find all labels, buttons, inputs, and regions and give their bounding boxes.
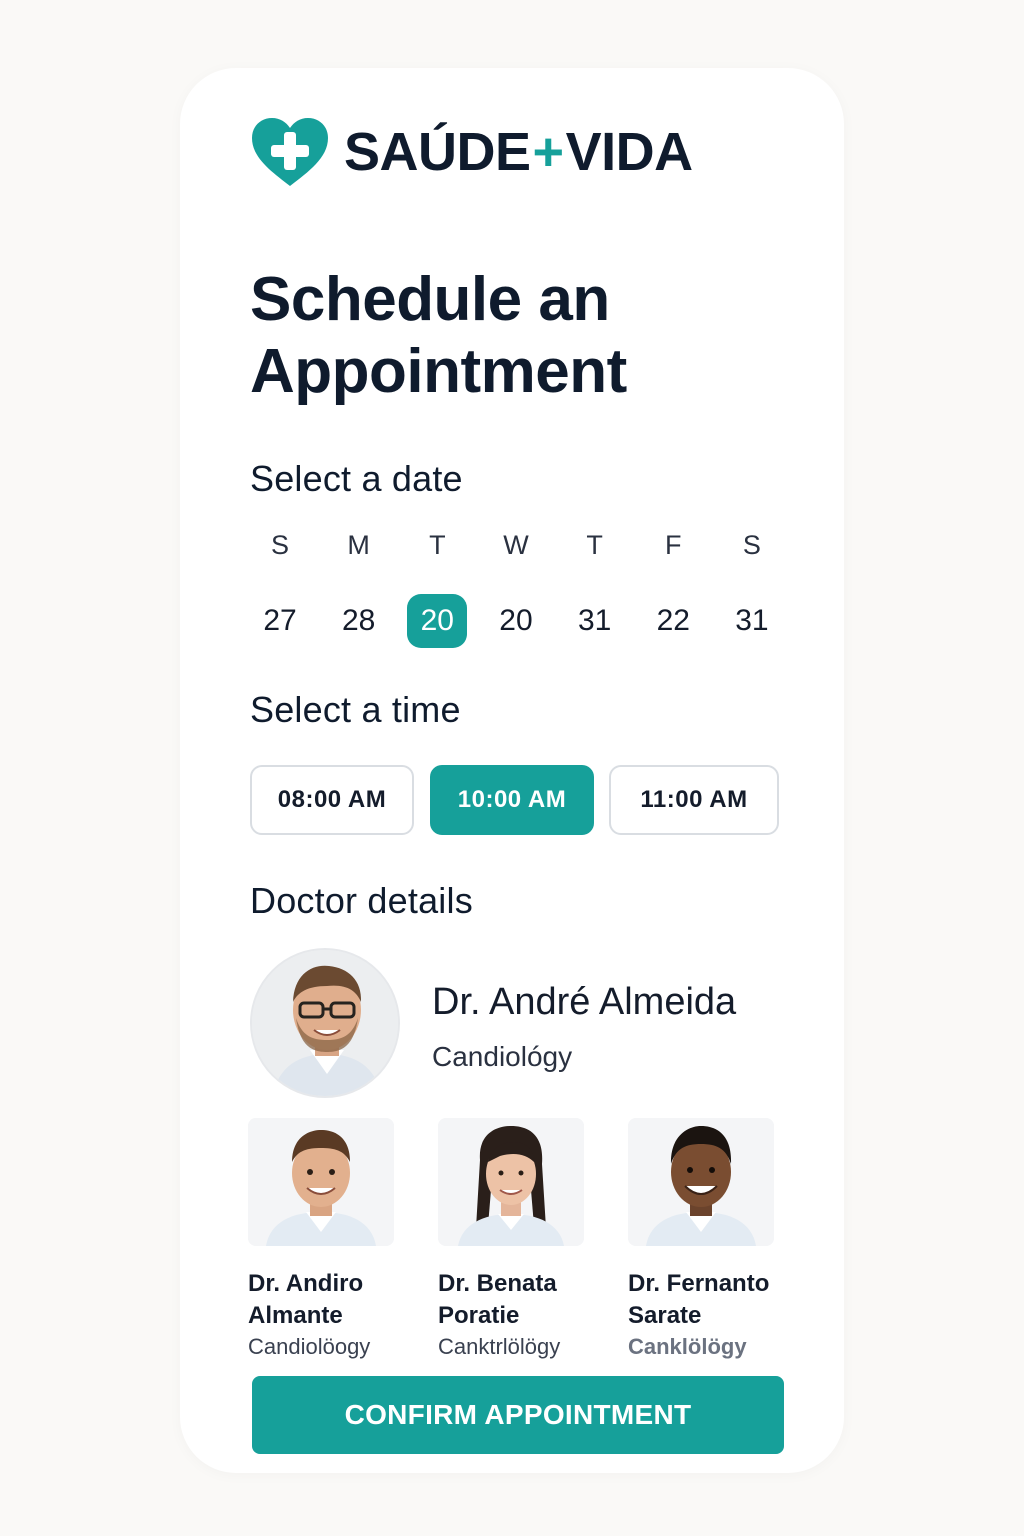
selected-doctor-name: Dr. André Almeida bbox=[432, 981, 737, 1023]
appointment-card: SAÚDE + VIDA Schedule an Appointment Selec… bbox=[180, 68, 844, 1473]
calendar-weekdays: S M T W T F S bbox=[250, 530, 782, 561]
selected-doctor-specialty: Candiológy bbox=[432, 1041, 573, 1072]
weekday-label: M bbox=[347, 530, 370, 560]
doctor-card[interactable]: Dr. Fernanto Sarate Canklölögy bbox=[628, 1118, 778, 1362]
weekday-label: T bbox=[586, 530, 603, 560]
confirm-appointment-button[interactable]: CONFIRM APPOINTMENT bbox=[252, 1376, 784, 1454]
weekday-label: S bbox=[742, 530, 761, 560]
calendar-day-selected[interactable]: 20 bbox=[407, 594, 468, 648]
time-slot-button-selected[interactable]: 10:00 AM bbox=[430, 765, 594, 835]
calendar-day[interactable]: 22 bbox=[643, 594, 703, 648]
time-slots: 08:00 AM 10:00 AM 11:00 AM bbox=[250, 765, 780, 835]
date-section-title: Select a date bbox=[250, 458, 463, 499]
doctor-name-line1: Dr. Fernanto bbox=[628, 1270, 770, 1297]
doctor-name-line2: Almante bbox=[248, 1302, 343, 1329]
time-slot-button[interactable]: 11:00 AM bbox=[609, 765, 779, 835]
doctor-card[interactable]: Dr. Andiro Almante Candiolöogy bbox=[248, 1118, 398, 1362]
weekday-label: W bbox=[503, 530, 529, 560]
doctor-card[interactable]: Dr. Benata Poratie Canktrlölögy bbox=[438, 1118, 588, 1362]
brand-name-plus: + bbox=[532, 122, 565, 182]
doctor-photo bbox=[248, 1118, 394, 1246]
weekday-label: T bbox=[429, 530, 446, 560]
calendar-days: 27 28 20 20 31 22 31 bbox=[250, 594, 782, 648]
weekday-label: S bbox=[270, 530, 289, 560]
calendar-day[interactable]: 31 bbox=[565, 594, 625, 648]
page-title: Schedule an Appointment bbox=[250, 265, 627, 406]
doctor-specialty: Canklölögy bbox=[628, 1334, 747, 1359]
doctor-specialty: Candiolöogy bbox=[248, 1334, 371, 1359]
doctor-name-line2: Sarate bbox=[628, 1302, 702, 1329]
brand-name: SAÚDE + VIDA bbox=[344, 125, 693, 179]
doctor-name-line2: Poratie bbox=[438, 1302, 520, 1329]
calendar-day[interactable]: 28 bbox=[329, 594, 389, 648]
doctor-section-title: Doctor details bbox=[250, 880, 473, 921]
time-section-title: Select a time bbox=[250, 689, 461, 730]
calendar-day[interactable]: 31 bbox=[722, 594, 782, 648]
time-slot-button[interactable]: 08:00 AM bbox=[250, 765, 414, 835]
brand-name-right: VIDA bbox=[565, 122, 694, 182]
doctor-photo bbox=[438, 1118, 584, 1246]
heart-plus-icon bbox=[252, 118, 328, 186]
calendar-day[interactable]: 20 bbox=[486, 594, 546, 648]
doctor-name-line1: Dr. Benata bbox=[438, 1270, 557, 1297]
weekday-label: F bbox=[665, 530, 682, 560]
selected-doctor-avatar bbox=[250, 948, 400, 1098]
brand-logo: SAÚDE + VIDA bbox=[250, 116, 693, 188]
doctor-specialty: Canktrlölögy bbox=[438, 1334, 561, 1359]
calendar-day[interactable]: 27 bbox=[250, 594, 310, 648]
doctor-photo bbox=[628, 1118, 774, 1246]
brand-name-left: SAÚDE bbox=[344, 122, 531, 182]
doctor-name-line1: Dr. Andiro bbox=[248, 1270, 364, 1297]
